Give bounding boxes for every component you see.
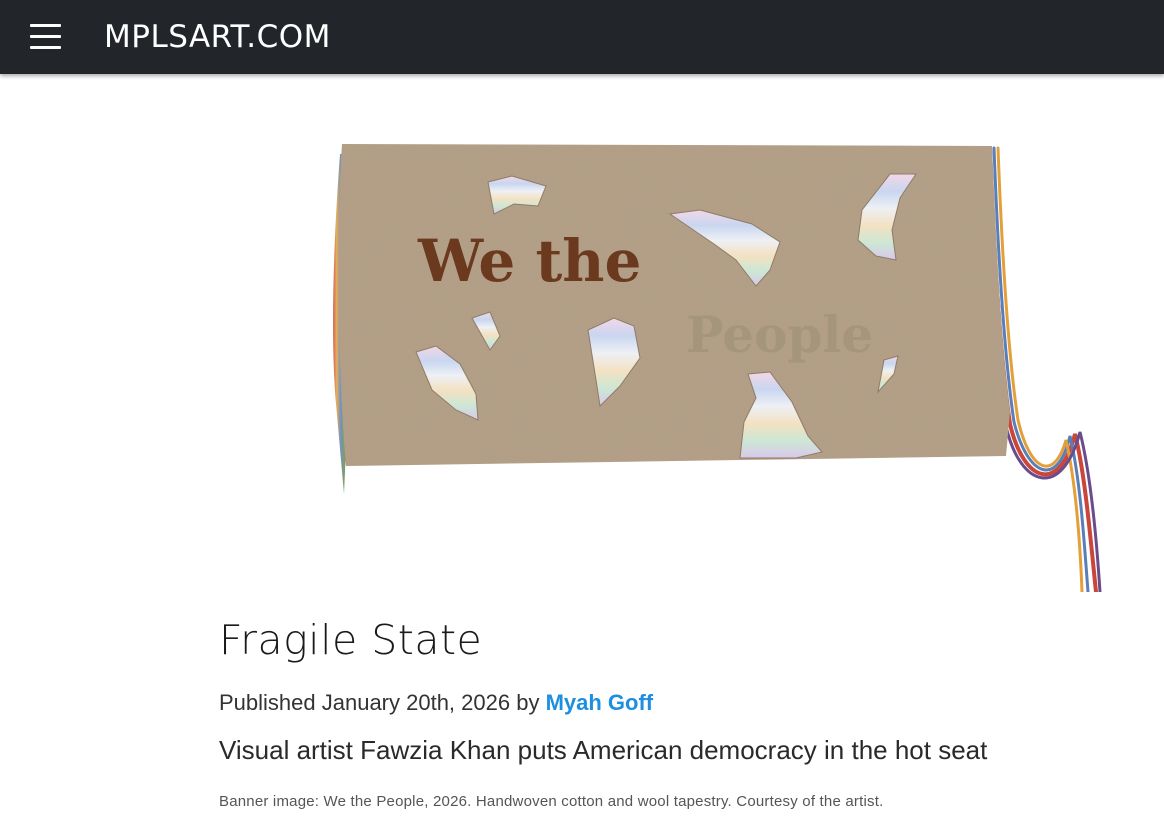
banner-image: We the People: [0, 74, 1164, 592]
tapestry-artwork: We the People: [333, 144, 1102, 592]
menu-bar-line: [30, 35, 61, 38]
author-link[interactable]: Myah Goff: [546, 690, 654, 715]
article-subtitle: Visual artist Fawzia Khan puts American …: [219, 735, 988, 765]
banner-caption: Banner image: We the People, 2026. Handw…: [219, 793, 884, 810]
published-date-text: Published January 20th, 2026 by: [219, 690, 546, 715]
article-title: Fragile State: [219, 616, 483, 664]
menu-bar-line: [30, 24, 61, 27]
article-byline: Published January 20th, 2026 by Myah Gof…: [219, 688, 653, 718]
hamburger-menu-icon[interactable]: [26, 21, 64, 53]
tapestry-text-we-the: We the: [417, 227, 641, 295]
site-logo-link[interactable]: MPLSART.COM: [104, 17, 331, 57]
tapestry-text-people: People: [686, 305, 873, 364]
menu-bar-line: [30, 46, 61, 49]
top-navigation-bar: MPLSART.COM: [0, 0, 1164, 74]
